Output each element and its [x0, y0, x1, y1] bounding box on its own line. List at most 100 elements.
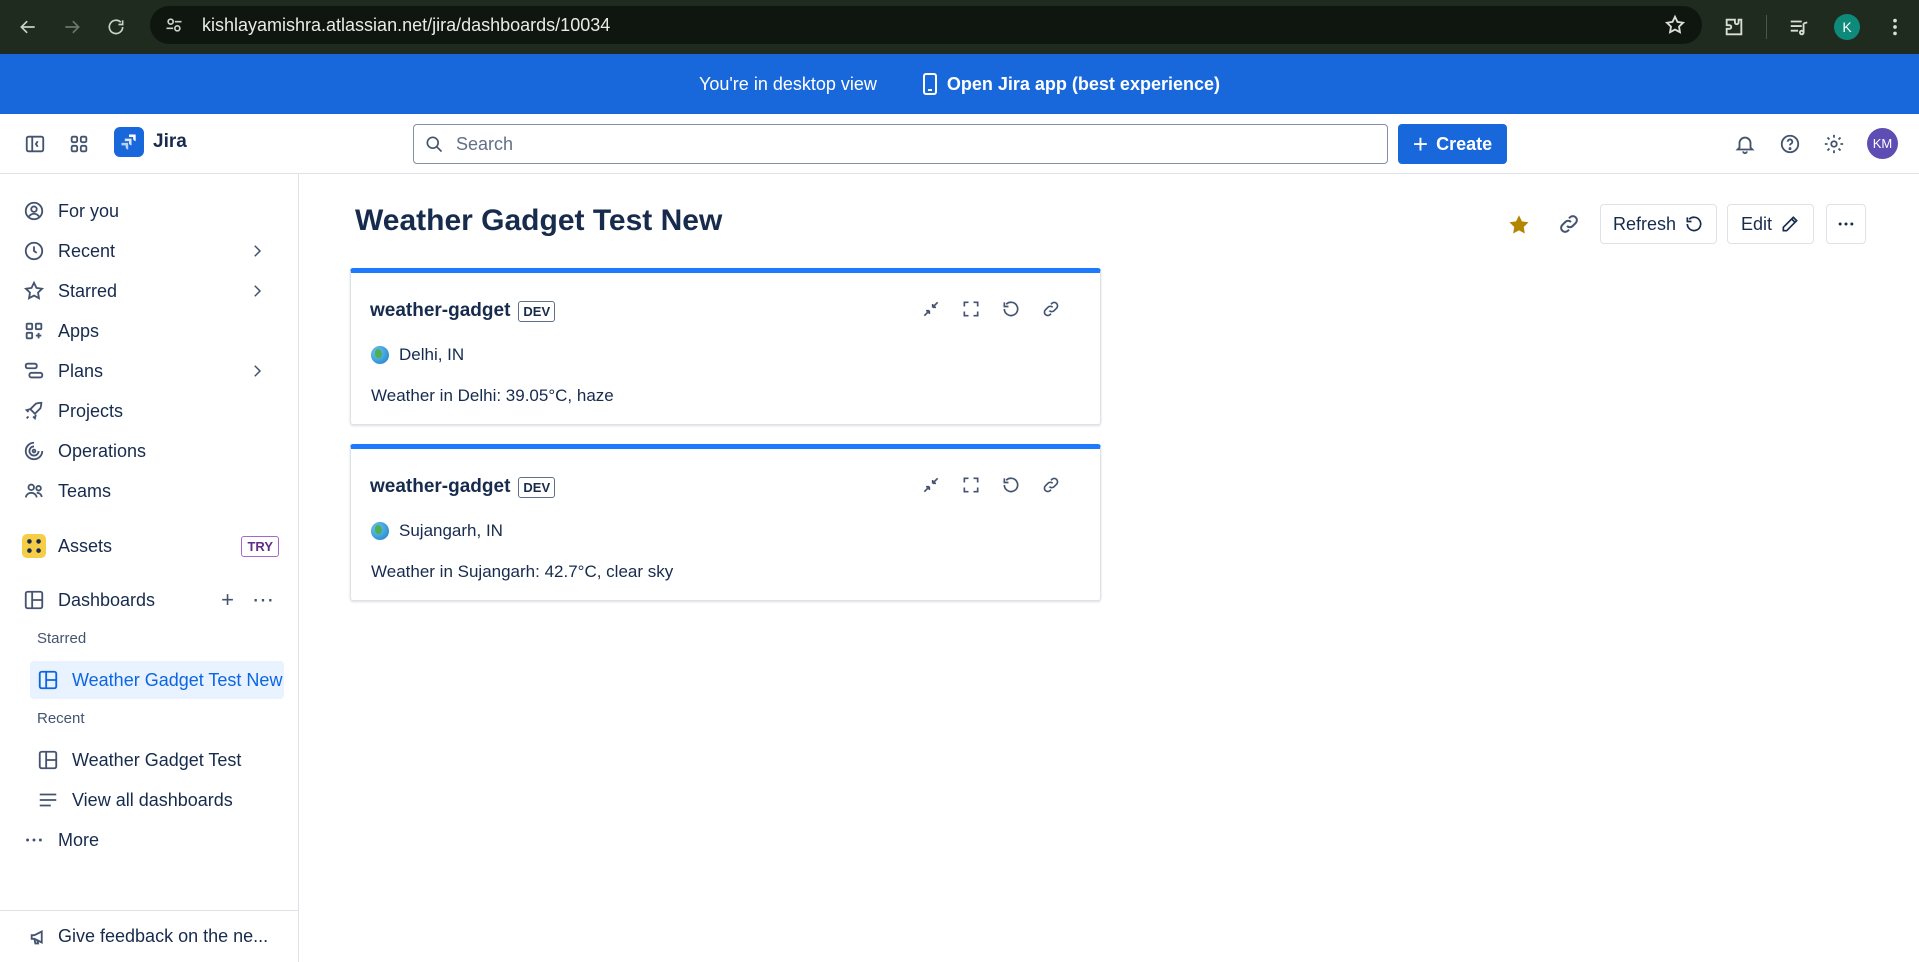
- sidebar-item-more[interactable]: More: [16, 821, 284, 859]
- starred-star-icon[interactable]: [1506, 212, 1532, 238]
- gadget-title-text: weather-gadget: [370, 300, 511, 321]
- star-icon: [22, 279, 46, 303]
- feedback-link[interactable]: Give feedback on the ne...: [0, 910, 298, 962]
- sidebar-item-plans[interactable]: Plans: [16, 352, 284, 390]
- sidebar-item-starred[interactable]: Starred: [16, 272, 284, 310]
- gadget-location: Delhi, IN: [371, 345, 464, 365]
- phone-icon: [922, 73, 937, 95]
- sidebar-item-weather-gadget-test-new[interactable]: Weather Gadget Test New: [30, 661, 284, 699]
- dashboards-actions: + ⋯: [221, 587, 274, 613]
- search-input[interactable]: [456, 133, 1356, 155]
- bookmark-star-icon[interactable]: [1664, 14, 1686, 36]
- weather-text: Weather in Delhi: 39.05°C, haze: [371, 386, 614, 405]
- jira-logo[interactable]: Jira: [114, 127, 187, 157]
- weather-gadget-card: weather-gadget DEV Sujangarh, IN Weather…: [350, 444, 1101, 601]
- notifications-bell-icon[interactable]: [1727, 126, 1763, 162]
- help-icon[interactable]: [1772, 126, 1808, 162]
- profile-initial: K: [1834, 14, 1860, 40]
- chevron-right-icon[interactable]: [248, 242, 266, 260]
- toolbar-divider: [1766, 15, 1767, 39]
- sidebar-item-projects[interactable]: Projects: [16, 392, 284, 430]
- url-text: kishlayamishra.atlassian.net/jira/dashbo…: [202, 14, 611, 35]
- search-icon: [426, 136, 443, 153]
- refresh-label: Refresh: [1612, 213, 1677, 234]
- chevron-right-icon[interactable]: [248, 362, 266, 380]
- apps-icon: [22, 319, 46, 343]
- copy-link-icon[interactable]: [1557, 212, 1581, 236]
- weather-gadget-card: weather-gadget DEV Delhi, IN Weather in …: [350, 268, 1101, 425]
- sidebar-item-teams[interactable]: Teams: [16, 472, 284, 510]
- more-actions-icon[interactable]: ⋯: [252, 587, 274, 613]
- gadget-link-icon[interactable]: [1039, 297, 1063, 321]
- sidebar-item-for-you[interactable]: For you: [16, 192, 284, 230]
- edit-label: Edit: [1740, 213, 1773, 234]
- reload-gadget-icon[interactable]: [999, 473, 1023, 497]
- reload-gadget-icon[interactable]: [999, 297, 1023, 321]
- gadget-title-text: weather-gadget: [370, 476, 511, 497]
- fullscreen-icon[interactable]: [959, 297, 983, 321]
- fullscreen-icon[interactable]: [959, 473, 983, 497]
- sidebar-item-assets[interactable]: Assets TRY: [16, 527, 284, 565]
- site-settings-icon[interactable]: [164, 13, 188, 37]
- reload-icon[interactable]: [94, 5, 138, 49]
- feedback-label: Give feedback on the ne...: [58, 926, 269, 946]
- plus-icon: +: [1412, 129, 1429, 159]
- minimize-icon[interactable]: [919, 473, 943, 497]
- browser-menu-icon[interactable]: [1871, 5, 1919, 49]
- sidebar-item-recent[interactable]: Recent: [16, 232, 284, 270]
- search-box[interactable]: [413, 124, 1388, 164]
- sidebar-item-label: Apps: [58, 320, 100, 341]
- sidebar-item-operations[interactable]: Operations: [16, 432, 284, 470]
- refresh-icon: [1686, 216, 1702, 232]
- page-title: Weather Gadget Test New: [355, 204, 723, 237]
- extensions-icon[interactable]: [1710, 5, 1758, 49]
- gadget-link-icon[interactable]: [1039, 473, 1063, 497]
- sidebar-item-dashboards[interactable]: Dashboards + ⋯: [16, 581, 284, 619]
- sidebar-item-label: Operations: [58, 440, 147, 461]
- settings-gear-icon[interactable]: [1816, 126, 1852, 162]
- sidebar-item-apps[interactable]: Apps: [16, 312, 284, 350]
- sidebar-item-weather-gadget-test[interactable]: Weather Gadget Test: [30, 741, 284, 779]
- chevron-right-icon[interactable]: [248, 282, 266, 300]
- sidebar-item-label: Recent: [58, 240, 116, 261]
- starred-section-heading: Starred: [37, 630, 87, 647]
- profile-avatar[interactable]: K: [1823, 5, 1871, 49]
- globe-icon: [371, 346, 389, 364]
- more-actions-button[interactable]: [1826, 204, 1866, 244]
- sidebar-item-label: Assets: [58, 535, 113, 556]
- add-dashboard-icon[interactable]: +: [221, 587, 234, 613]
- sidebar-item-label: Projects: [58, 400, 124, 421]
- app-switcher-icon[interactable]: [61, 126, 97, 162]
- gadget-toolbar: [919, 297, 1063, 321]
- gadget-title: weather-gadget DEV: [370, 300, 556, 322]
- dashboard-icon: [36, 748, 60, 772]
- location-text: Sujangarh, IN: [399, 521, 503, 540]
- dashboard-icon: [22, 588, 46, 612]
- create-button[interactable]: + Create: [1398, 124, 1507, 164]
- weather-text: Weather in Sujangarh: 42.7°C, clear sky: [371, 562, 674, 581]
- media-control-icon[interactable]: [1775, 5, 1823, 49]
- edit-pencil-icon: [1782, 216, 1798, 232]
- edit-button[interactable]: Edit: [1727, 204, 1814, 244]
- address-bar[interactable]: kishlayamishra.atlassian.net/jira/dashbo…: [150, 6, 1702, 44]
- sidebar-item-label: Plans: [58, 360, 104, 381]
- back-icon[interactable]: [6, 5, 50, 49]
- gadget-toolbar: [919, 473, 1063, 497]
- location-text: Delhi, IN: [399, 345, 465, 364]
- user-avatar[interactable]: KM: [1867, 128, 1898, 159]
- minimize-icon[interactable]: [919, 297, 943, 321]
- jira-top-navigation: Jira + Create KM: [0, 114, 1919, 174]
- sidebar-item-label: Teams: [58, 480, 112, 501]
- forward-icon[interactable]: [50, 5, 94, 49]
- sidebar-item-view-all-dashboards[interactable]: View all dashboards: [30, 781, 284, 819]
- sidebar-item-label: Weather Gadget Test: [72, 749, 242, 770]
- try-badge[interactable]: TRY: [241, 535, 279, 557]
- sidebar-toggle-icon[interactable]: [17, 126, 53, 162]
- sidebar-item-label: Starred: [58, 280, 118, 301]
- assets-icon: [22, 534, 46, 558]
- refresh-button[interactable]: Refresh: [1600, 204, 1717, 244]
- list-icon: [36, 788, 60, 812]
- more-dots-icon: [22, 828, 46, 852]
- open-app-link[interactable]: Open Jira app (best experience): [921, 73, 1220, 95]
- desktop-view-text: You're in desktop view: [699, 73, 877, 94]
